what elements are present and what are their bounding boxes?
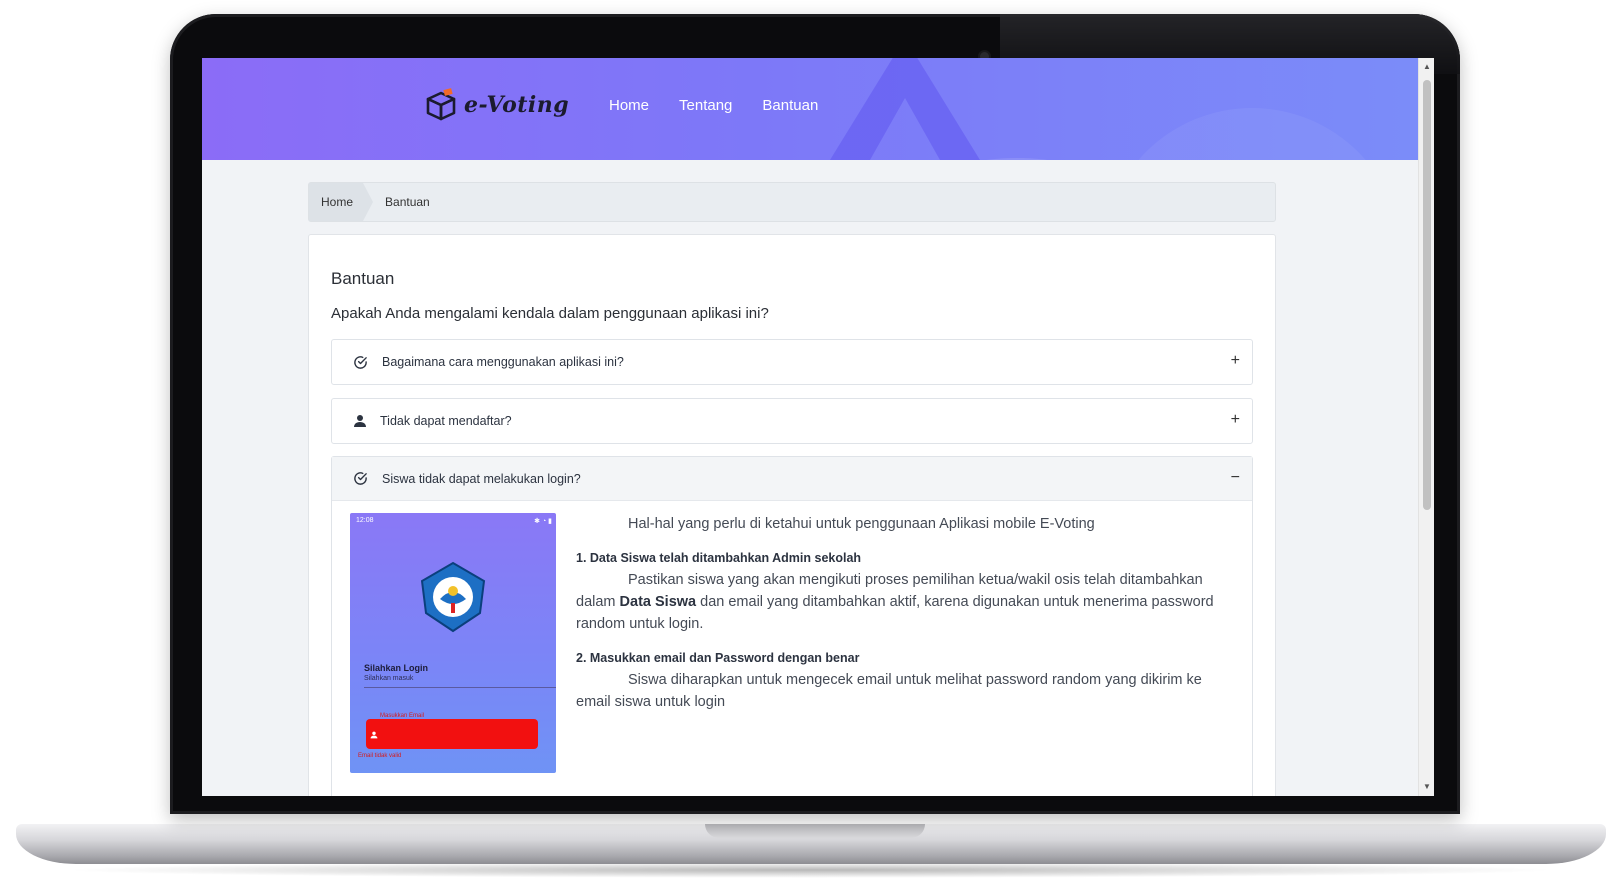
laptop-base-notch — [705, 824, 925, 838]
step-2-text-body: Siswa diharapkan untuk mengecek email un… — [576, 672, 1202, 710]
brand-logo[interactable]: e-Voting — [424, 88, 569, 122]
faq-item-open: Siswa tidak dapat melakukan login? − 12:… — [331, 456, 1253, 796]
browser-screen: e-Voting Home Tentang Bantuan Home Bantu… — [202, 58, 1434, 796]
phone-divider — [364, 687, 556, 688]
header-banner: e-Voting Home Tentang Bantuan — [202, 58, 1418, 160]
phone-email-field — [366, 719, 538, 749]
app-screenshot: 12:08 ✱ ◔ ▮ Silahkan Login Silahkan masu… — [350, 513, 556, 773]
page-title: Bantuan — [331, 269, 395, 288]
breadcrumb-current: Bantuan — [385, 195, 430, 209]
faq-header[interactable]: Bagaimana cara menggunakan aplikasi ini?… — [332, 340, 1252, 384]
faq-item: Tidak dapat mendaftar? + — [331, 398, 1253, 444]
phone-email-error: Email tidak valid — [358, 753, 402, 759]
nav-home[interactable]: Home — [609, 97, 649, 114]
faq-header[interactable]: Tidak dapat mendaftar? + — [332, 399, 1252, 443]
phone-login-title: Silahkan Login — [364, 663, 429, 673]
scrollbar-thumb[interactable] — [1423, 80, 1431, 510]
check-circle-icon — [352, 471, 368, 487]
expand-icon[interactable]: + — [1231, 352, 1240, 370]
step-1-text: Pastikan siswa yang akan mengikuti prose… — [576, 569, 1232, 635]
expand-icon[interactable]: + — [1231, 411, 1240, 429]
breadcrumb-home[interactable]: Home — [309, 183, 374, 221]
step-1-title: 1. Data Siswa telah ditambahkan Admin se… — [576, 551, 862, 565]
brand-logo-text: e-Voting — [464, 92, 570, 118]
ballot-box-icon — [426, 88, 456, 121]
user-icon — [352, 413, 368, 429]
phone-status-bar: 12:08 ✱ ◔ ▮ — [356, 517, 552, 525]
check-circle-icon — [352, 354, 368, 370]
help-card: Bantuan Apakah Anda mengalami kendala da… — [308, 234, 1276, 796]
phone-time: 12:08 — [356, 517, 374, 524]
breadcrumb: Home Bantuan — [308, 182, 1276, 222]
page-subtitle: Apakah Anda mengalami kendala dalam peng… — [331, 305, 769, 322]
step-2-title: 2. Masukkan email dan Password dengan be… — [576, 651, 860, 665]
phone-login-subtitle: Silahkan masuk — [364, 675, 414, 682]
step-1-bold: Data Siswa — [619, 594, 697, 610]
nav-bantuan[interactable]: Bantuan — [762, 97, 818, 114]
decor-triangle-icon — [830, 58, 980, 160]
faq-answer-intro: Hal-hal yang perlu di ketahui untuk peng… — [628, 516, 1095, 532]
collapse-icon[interactable]: − — [1231, 469, 1240, 487]
phone-status-icons: ✱ ◔ ▮ — [534, 518, 552, 525]
decor-circle — [1102, 108, 1402, 160]
user-icon — [370, 731, 378, 739]
faq-question: Bagaimana cara menggunakan aplikasi ini? — [382, 355, 624, 369]
faq-header[interactable]: Siswa tidak dapat melakukan login? − — [332, 457, 1252, 501]
nav-tentang[interactable]: Tentang — [679, 97, 732, 114]
faq-question: Siswa tidak dapat melakukan login? — [382, 471, 581, 486]
vertical-scrollbar[interactable]: ▲ ▼ — [1418, 58, 1434, 796]
tut-wuri-handayani-logo — [420, 561, 486, 633]
faq-question: Tidak dapat mendaftar? — [380, 414, 512, 428]
faq-item: Bagaimana cara menggunakan aplikasi ini?… — [331, 339, 1253, 385]
laptop-shadow — [60, 862, 1560, 878]
faq-answer: Hal-hal yang perlu di ketahui untuk peng… — [576, 513, 1232, 725]
main-nav: Home Tentang Bantuan — [609, 97, 818, 114]
scroll-up-icon[interactable]: ▲ — [1423, 62, 1431, 71]
step-2-text: Siswa diharapkan untuk mengecek email un… — [576, 669, 1232, 713]
scroll-down-icon[interactable]: ▼ — [1423, 782, 1431, 791]
